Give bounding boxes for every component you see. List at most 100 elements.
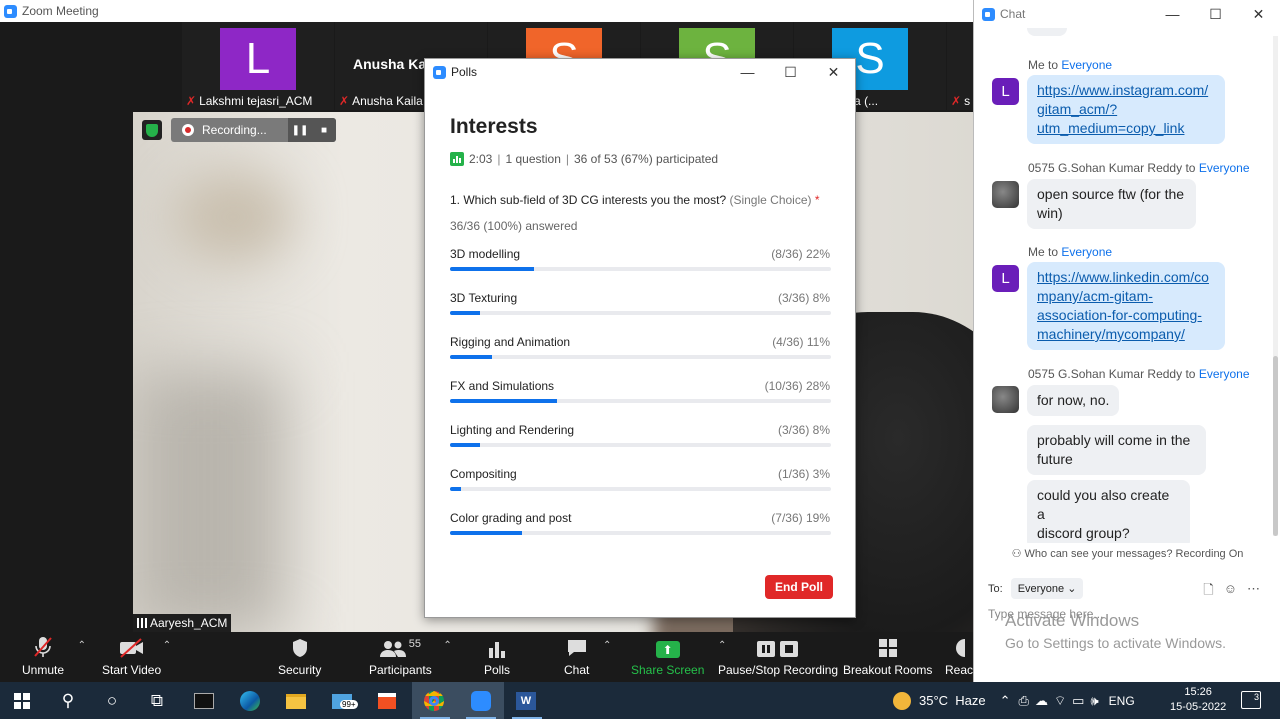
option-result: (3/36) 8%: [777, 423, 830, 437]
chat-icon: [566, 632, 588, 658]
option-bar: [450, 355, 831, 359]
maximize-icon[interactable]: ☐: [769, 64, 812, 81]
option-bar: [450, 311, 831, 315]
answered-count: 36/36 (100%) answered: [450, 219, 578, 233]
reactions-button[interactable]: Reacti: [945, 632, 975, 682]
volume-icon[interactable]: 🕪: [1090, 693, 1098, 709]
mic-muted-icon: ✗: [339, 94, 350, 108]
close-icon[interactable]: ✕: [1237, 6, 1280, 23]
chat-window: Chat — ☐ ✕ Me to Everyone L https://www.…: [973, 0, 1280, 682]
encryption-shield-icon[interactable]: [142, 120, 162, 140]
pause-recording-icon[interactable]: ❚❚: [288, 125, 312, 136]
option-result: (7/36) 19%: [771, 511, 830, 525]
mic-muted-icon: ✗: [186, 94, 197, 108]
chevron-up-icon[interactable]: ⌃: [78, 640, 86, 651]
word-icon[interactable]: W: [515, 690, 537, 712]
end-poll-button[interactable]: End Poll: [765, 575, 833, 599]
option-result: (1/36) 3%: [777, 467, 830, 481]
mic-off-icon: [33, 632, 53, 658]
minimize-icon[interactable]: —: [1151, 6, 1194, 23]
wifi-icon[interactable]: ⌔: [1054, 693, 1066, 709]
start-video-button[interactable]: Start Video ⌃: [102, 632, 171, 682]
option-bar-fill: [450, 311, 481, 315]
zoom-logo-icon: [982, 7, 995, 21]
zoom-app-icon[interactable]: [470, 690, 492, 712]
chat-recipient: To: Everyone ⌄: [988, 578, 1084, 599]
chevron-up-icon[interactable]: ⌃: [443, 640, 451, 651]
polls-window-title: Polls: [451, 65, 478, 79]
windows-start-icon[interactable]: [11, 690, 33, 712]
required-mark: *: [814, 193, 820, 207]
cortana-icon[interactable]: ○: [101, 690, 123, 712]
message-link[interactable]: https://www.linkedin.com/co mpany/acm-gi…: [1037, 269, 1209, 342]
language-indicator[interactable]: ENG: [1109, 694, 1135, 708]
meeting-toolbar: Unmute ⌃ Start Video ⌃ Security 55 Parti…: [0, 632, 975, 682]
taskbar: ⚲ ○ ⧉ 99+ W 35°C Haze ⌃ ⎙ ☁ ⌔ ▭ 🕪 ENG 15…: [0, 682, 1280, 719]
more-icon[interactable]: ⋯: [1247, 581, 1260, 603]
clock[interactable]: 15:26 15-05-2022: [1170, 685, 1226, 715]
option-result: (4/36) 11%: [772, 335, 830, 349]
breakout-rooms-button[interactable]: Breakout Rooms: [843, 632, 932, 682]
store-icon[interactable]: [376, 690, 398, 712]
weather-text[interactable]: 35°C Haze: [919, 693, 986, 708]
emoji-icon[interactable]: ☺: [1224, 581, 1237, 603]
unmute-button[interactable]: Unmute ⌃: [22, 632, 86, 682]
minimize-icon[interactable]: —: [726, 64, 769, 81]
option-bar-fill: [450, 531, 523, 535]
option-bar: [450, 531, 831, 535]
polls-titlebar: Polls — ☐ ✕: [425, 59, 855, 85]
option-bar: [450, 267, 831, 271]
chevron-up-icon[interactable]: ⌃: [603, 640, 611, 651]
maximize-icon[interactable]: ☐: [1194, 6, 1237, 23]
chrome-icon[interactable]: [423, 690, 445, 712]
recording-label: Recording...: [202, 123, 267, 137]
zoom-logo-icon: [433, 65, 446, 79]
meet-now-icon[interactable]: ⎙: [1019, 693, 1029, 709]
message-bubble: https://www.linkedin.com/co mpany/acm-gi…: [1027, 262, 1225, 350]
avatar: [992, 386, 1019, 413]
search-icon[interactable]: ⚲: [57, 690, 79, 712]
message-visibility-note[interactable]: ⚇ Who can see your messages? Recording O…: [974, 547, 1280, 560]
screen: Zoom Meeting L ✗ Lakshmi tejasri_ACM Anus…: [0, 0, 1280, 719]
scrollbar-thumb[interactable]: [1273, 356, 1278, 536]
option-result: (3/36) 8%: [777, 291, 830, 305]
message-link[interactable]: https://www.instagram.com/ gitam_acm/? u…: [1037, 82, 1208, 136]
chevron-up-icon[interactable]: ⌃: [163, 640, 171, 651]
message-bubble: https://www.instagram.com/ gitam_acm/? u…: [1027, 75, 1225, 144]
signal-icon: [137, 618, 147, 628]
chat-title: Chat: [1000, 7, 1026, 21]
participants-button[interactable]: 55 Participants ⌃: [369, 632, 452, 682]
file-explorer-icon[interactable]: [285, 690, 307, 712]
poll-title: Interests: [450, 115, 538, 138]
terminal-icon[interactable]: [193, 690, 215, 712]
participant-thumbnail[interactable]: L ✗ Lakshmi tejasri_ACM: [182, 22, 334, 110]
chat-scrollbar[interactable]: [1273, 36, 1278, 536]
to-label: To:: [988, 582, 1003, 595]
stop-recording-icon[interactable]: ■: [312, 125, 336, 136]
pause-stop-recording-button[interactable]: Pause/Stop Recording: [718, 632, 838, 682]
option-bar-fill: [450, 487, 462, 491]
battery-icon[interactable]: ▭: [1072, 693, 1084, 709]
close-icon[interactable]: ✕: [812, 64, 855, 81]
mail-icon[interactable]: 99+: [331, 690, 358, 712]
recipient-dropdown[interactable]: Everyone ⌄: [1010, 578, 1084, 599]
onedrive-icon[interactable]: ☁: [1035, 693, 1048, 709]
polls-icon: [488, 632, 506, 658]
option-label: Compositing: [450, 467, 517, 481]
notification-icon[interactable]: 3: [1241, 691, 1261, 709]
share-screen-button[interactable]: ⬆ Share Screen ⌃: [631, 632, 726, 682]
task-view-icon[interactable]: ⧉: [146, 690, 168, 712]
chevron-up-icon[interactable]: ⌃: [1000, 693, 1011, 709]
breakout-rooms-icon: [878, 632, 898, 658]
polls-button[interactable]: Polls: [484, 632, 510, 682]
option-bar-fill: [450, 267, 534, 271]
message-bubble: could you also create a discord group?: [1027, 480, 1190, 543]
chat-button[interactable]: Chat ⌃: [564, 632, 611, 682]
share-screen-icon: ⬆: [655, 632, 680, 658]
file-icon[interactable]: 🗋: [1203, 581, 1213, 603]
edge-icon[interactable]: [239, 690, 261, 712]
shield-icon: [291, 632, 309, 658]
chevron-down-icon: ⌄: [1067, 583, 1077, 595]
security-button[interactable]: Security: [278, 632, 321, 682]
avatar: L: [992, 265, 1019, 292]
